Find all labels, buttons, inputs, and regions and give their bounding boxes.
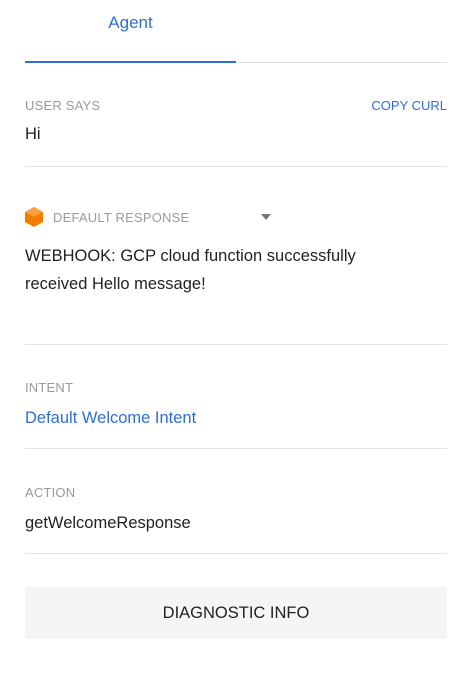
- tab-agent[interactable]: Agent: [25, 0, 236, 63]
- chevron-down-icon[interactable]: [261, 214, 272, 220]
- response-text-line-1: WEBHOOK: GCP cloud function successfully: [25, 247, 356, 265]
- action-value: getWelcomeResponse: [25, 514, 191, 532]
- tab-bar: Agent: [25, 0, 447, 63]
- action-section: ACTION getWelcomeResponse: [25, 485, 447, 554]
- user-says-section: USER SAYS COPY CURL Hi: [25, 98, 447, 167]
- response-section: DEFAULT RESPONSE WEBHOOK: GCP cloud func…: [25, 206, 447, 345]
- copy-curl-link[interactable]: COPY CURL: [371, 98, 447, 113]
- diagnostic-info-button[interactable]: DIAGNOSTIC INFO: [25, 587, 447, 639]
- agent-test-panel: Agent USER SAYS COPY CURL Hi DEFAULT RES…: [0, 0, 476, 689]
- response-text-line-2: received Hello message!: [25, 275, 206, 293]
- tab-agent-label: Agent: [108, 13, 153, 32]
- hexagon-icon: [25, 207, 43, 227]
- active-tab-indicator: [25, 61, 236, 63]
- intent-section: INTENT Default Welcome Intent: [25, 380, 447, 449]
- intent-link[interactable]: Default Welcome Intent: [25, 409, 447, 428]
- user-says-value: Hi: [25, 125, 41, 143]
- action-label: ACTION: [25, 485, 76, 500]
- default-response-label: DEFAULT RESPONSE: [53, 209, 190, 225]
- response-text: WEBHOOK: GCP cloud function successfully…: [25, 242, 447, 298]
- response-header: DEFAULT RESPONSE: [25, 206, 447, 228]
- intent-label: INTENT: [25, 380, 74, 395]
